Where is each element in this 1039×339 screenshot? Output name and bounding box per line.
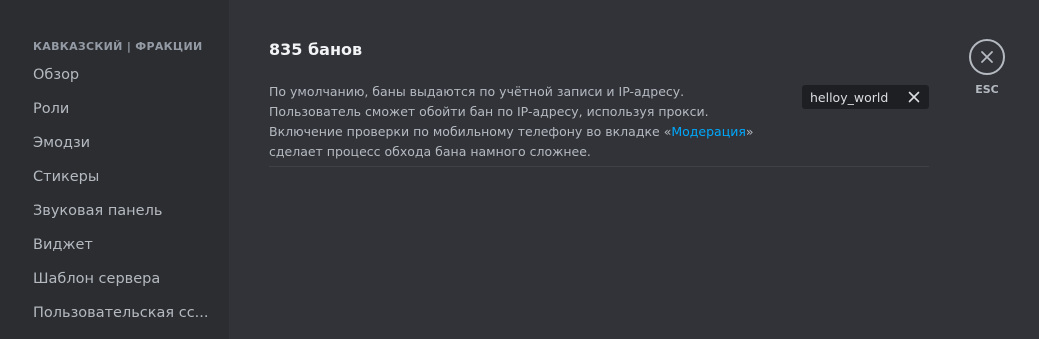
page-title: 835 банов	[269, 40, 363, 59]
sidebar-server-header: КАВКАЗСКИЙ | ФРАКЦИИ	[33, 40, 203, 53]
bans-description: По умолчанию, баны выдаются по учётной з…	[269, 82, 759, 162]
sidebar-item-soundboard[interactable]: Звуковая панель	[24, 195, 221, 229]
server-settings-window: КАВКАЗСКИЙ | ФРАКЦИИ Обзор Роли Эмодзи С…	[0, 0, 1039, 339]
settings-sidebar: КАВКАЗСКИЙ | ФРАКЦИИ Обзор Роли Эмодзи С…	[0, 0, 229, 339]
sidebar-item-custom-link[interactable]: Пользовательская сс...	[24, 297, 221, 331]
search-value[interactable]: helloy_world	[810, 90, 888, 105]
sidebar-item-server-template[interactable]: Шаблон сервера	[24, 263, 221, 297]
esc-label: ESC	[975, 83, 999, 96]
close-icon[interactable]	[907, 90, 921, 104]
sidebar-item-emoji[interactable]: Эмодзи	[24, 127, 221, 161]
description-text-before: По умолчанию, баны выдаются по учётной з…	[269, 84, 709, 139]
sidebar-item-roles[interactable]: Роли	[24, 93, 221, 127]
close-settings: ESC	[968, 39, 1006, 96]
close-button[interactable]	[969, 39, 1005, 75]
sidebar-item-overview[interactable]: Обзор	[24, 59, 221, 93]
sidebar-item-stickers[interactable]: Стикеры	[24, 161, 221, 195]
sidebar-item-widget[interactable]: Виджет	[24, 229, 221, 263]
close-icon	[980, 50, 994, 64]
bans-info-row: По умолчанию, баны выдаются по учётной з…	[269, 82, 929, 164]
section-divider	[269, 166, 929, 167]
moderation-link[interactable]: Модерация	[671, 124, 746, 139]
bans-section: 835 банов По умолчанию, баны выдаются по…	[269, 38, 929, 167]
ban-search-input[interactable]: helloy_world	[802, 85, 929, 109]
settings-main: 835 банов По умолчанию, баны выдаются по…	[229, 0, 1039, 339]
